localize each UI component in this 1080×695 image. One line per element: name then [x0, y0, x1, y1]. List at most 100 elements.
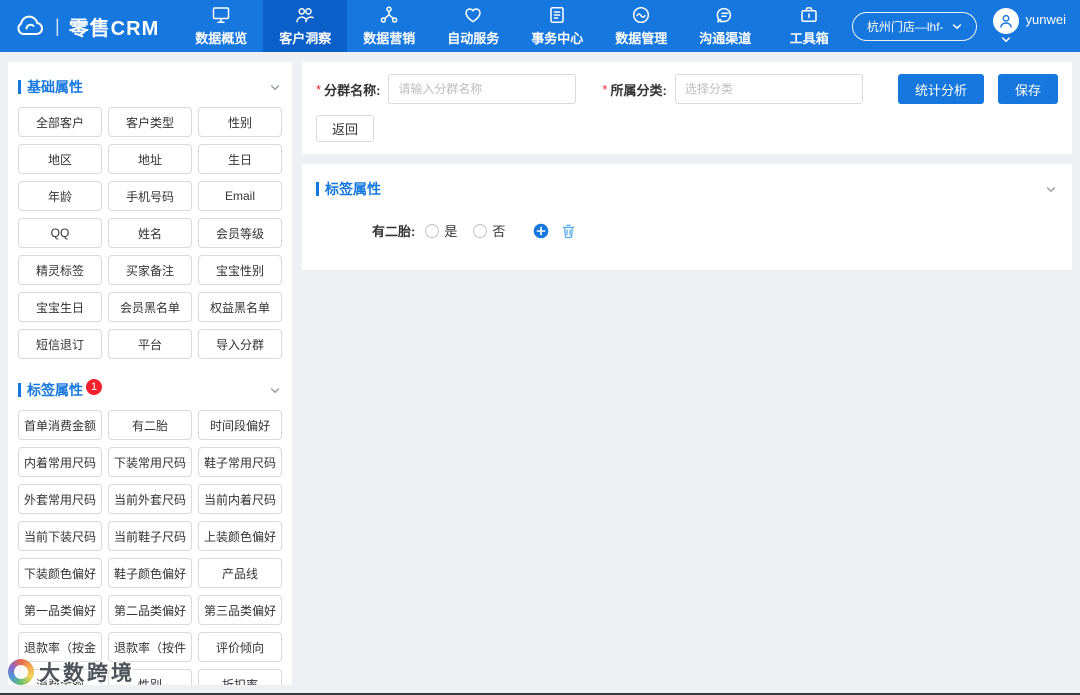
- nav-item-data-overview[interactable]: 数据概览: [179, 0, 263, 52]
- attribute-button[interactable]: 精灵标签: [18, 255, 102, 285]
- radio-option-no[interactable]: 否: [473, 221, 505, 240]
- tag-card-header: 标签属性: [314, 172, 1060, 207]
- attribute-button[interactable]: 姓名: [108, 218, 192, 248]
- attribute-button[interactable]: 性别: [108, 669, 192, 685]
- attribute-grid-tag-attributes: 首单消费金额 有二胎 时间段偏好 内着常用尺码 下装常用尺码 鞋子常用尺码 外套常用尺码 当前…: [16, 408, 284, 685]
- group-name-input[interactable]: [388, 74, 577, 104]
- user-avatar-block: [992, 8, 1019, 44]
- attribute-button[interactable]: 会员等级: [198, 218, 282, 248]
- attribute-button[interactable]: 时间段偏好: [198, 410, 282, 440]
- category-select[interactable]: [674, 74, 863, 104]
- chevron-down-icon: [952, 22, 962, 31]
- attribute-button[interactable]: QQ: [18, 218, 102, 248]
- segment-form-card: * 分群名称: * 所属分类: 统计分析 保存 返回: [302, 62, 1072, 154]
- nav-item-customer-insight[interactable]: 客户洞察: [263, 0, 348, 52]
- attribute-button[interactable]: 生日: [198, 144, 282, 174]
- attribute-button[interactable]: 退款率（按件: [108, 632, 192, 662]
- twins-condition-row: 有二胎: 是 否: [372, 221, 1060, 240]
- attribute-button[interactable]: Email: [198, 181, 282, 211]
- attribute-button[interactable]: 买家备注: [108, 255, 192, 285]
- attribute-button[interactable]: 当前鞋子尺码: [108, 521, 192, 551]
- brand: | 零售CRM: [0, 0, 179, 52]
- attribute-button[interactable]: 年龄: [18, 181, 102, 211]
- nav-item-label: 数据管理: [615, 31, 668, 46]
- top-nav-bar: | 零售CRM 数据概览 客户洞察 数据营销 自动服务 事务中心 数据管理 沟通渠道 工具箱 …: [0, 0, 1080, 52]
- section-badge: 1: [86, 379, 102, 395]
- nav-item-communication-channel[interactable]: 沟通渠道: [683, 0, 767, 52]
- required-asterisk: *: [316, 81, 322, 97]
- attribute-button[interactable]: 第二品类偏好: [108, 595, 192, 625]
- radio-option-yes[interactable]: 是: [425, 221, 457, 240]
- attribute-button[interactable]: 会员黑名单: [108, 292, 192, 322]
- nav-item-label: 数据营销: [363, 31, 416, 46]
- chevron-down-icon: [1001, 35, 1011, 44]
- attribute-button[interactable]: 下装颜色偏好: [18, 558, 102, 588]
- attribute-button[interactable]: 客户类型: [108, 107, 192, 137]
- attribute-button[interactable]: 全部客户: [18, 107, 102, 137]
- section-accent-bar: [18, 80, 21, 94]
- brand-divider: |: [55, 15, 60, 36]
- monitor-icon: [211, 5, 231, 25]
- main-nav: 数据概览 客户洞察 数据营销 自动服务 事务中心 数据管理 沟通渠道 工具箱: [179, 0, 851, 52]
- attribute-button[interactable]: 地址: [108, 144, 192, 174]
- attribute-button[interactable]: 鞋子常用尺码: [198, 447, 282, 477]
- collapse-chevron-icon[interactable]: [1046, 185, 1056, 194]
- user-menu[interactable]: yunwei: [992, 8, 1066, 44]
- attribute-button[interactable]: 产品线: [198, 558, 282, 588]
- nav-item-data-marketing[interactable]: 数据营销: [347, 0, 431, 52]
- attribute-button[interactable]: 宝宝性别: [198, 255, 282, 285]
- pulse-icon: [631, 5, 651, 25]
- radio-no-label: 否: [492, 224, 506, 239]
- nav-item-transaction-center[interactable]: 事务中心: [515, 0, 599, 52]
- store-selector[interactable]: 杭州门店—lhf-: [851, 11, 977, 41]
- attribute-button[interactable]: 手机号码: [108, 181, 192, 211]
- attribute-button[interactable]: 权益黑名单: [198, 292, 282, 322]
- attribute-button[interactable]: 有二胎: [108, 410, 192, 440]
- attribute-button[interactable]: 当前外套尺码: [108, 484, 192, 514]
- radio-circle: [473, 223, 488, 238]
- collapse-chevron-icon[interactable]: [270, 83, 280, 92]
- attribute-button[interactable]: 评价倾向: [198, 632, 282, 662]
- attribute-button[interactable]: 外套常用尺码: [18, 484, 102, 514]
- attribute-button[interactable]: 第一品类偏好: [18, 595, 102, 625]
- collapse-chevron-icon[interactable]: [270, 386, 280, 395]
- nav-item-label: 沟通渠道: [699, 31, 752, 46]
- nav-item-auto-service[interactable]: 自动服务: [431, 0, 515, 52]
- document-icon: [547, 5, 567, 25]
- nav-item-toolbox[interactable]: 工具箱: [767, 0, 851, 52]
- tag-panel-title: 标签属性: [325, 181, 381, 197]
- nav-item-data-management[interactable]: 数据管理: [599, 0, 683, 52]
- attribute-button[interactable]: 宝宝生日: [18, 292, 102, 322]
- attribute-button[interactable]: 消费金额: [18, 669, 102, 685]
- attribute-button[interactable]: 退款率（按金: [18, 632, 102, 662]
- share-icon: [379, 5, 399, 25]
- attribute-button[interactable]: 第三品类偏好: [198, 595, 282, 625]
- topbar-right: 杭州门店—lhf- yunwei: [851, 0, 1080, 52]
- attribute-button[interactable]: 短信退订: [18, 329, 102, 359]
- stats-analysis-button[interactable]: 统计分析: [897, 74, 984, 104]
- twins-field-label: 有二胎:: [372, 224, 416, 239]
- delete-condition-icon[interactable]: [561, 223, 576, 239]
- attribute-button[interactable]: 平台: [108, 329, 192, 359]
- chat-icon: [715, 5, 735, 25]
- heart-icon: [463, 5, 483, 25]
- back-button[interactable]: 返回: [316, 115, 375, 142]
- section-accent-bar: [18, 383, 21, 397]
- attribute-button[interactable]: 上装颜色偏好: [198, 521, 282, 551]
- attribute-button[interactable]: 性别: [198, 107, 282, 137]
- attribute-button[interactable]: 首单消费金额: [18, 410, 102, 440]
- attribute-button[interactable]: 内着常用尺码: [18, 447, 102, 477]
- users-icon: [295, 5, 315, 25]
- attribute-button[interactable]: 下装常用尺码: [108, 447, 192, 477]
- attribute-button[interactable]: 当前下装尺码: [18, 521, 102, 551]
- attribute-button[interactable]: 折扣率: [198, 669, 282, 685]
- nav-item-label: 工具箱: [789, 31, 829, 46]
- attribute-button[interactable]: 导入分群: [198, 329, 282, 359]
- save-button[interactable]: 保存: [997, 74, 1058, 104]
- username: yunwei: [1025, 12, 1066, 27]
- attribute-button[interactable]: 地区: [18, 144, 102, 174]
- nav-item-label: 事务中心: [531, 31, 584, 46]
- attribute-button[interactable]: 鞋子颜色偏好: [108, 558, 192, 588]
- attribute-button[interactable]: 当前内着尺码: [198, 484, 282, 514]
- add-condition-icon[interactable]: [533, 223, 549, 239]
